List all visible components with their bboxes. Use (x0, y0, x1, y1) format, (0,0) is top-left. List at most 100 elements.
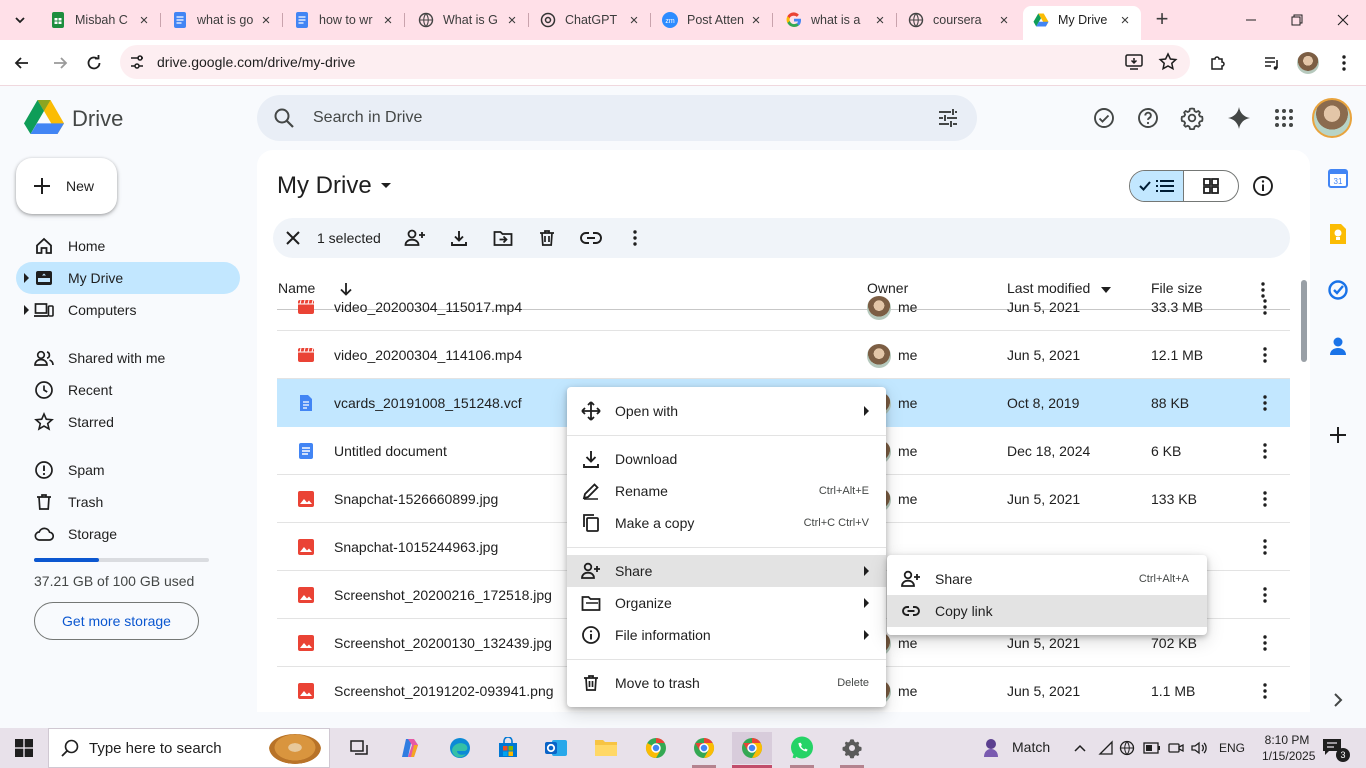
news-weather-widget[interactable]: Match (980, 736, 1050, 758)
support-button[interactable] (1134, 104, 1162, 132)
new-tab-button[interactable]: + (1150, 8, 1174, 32)
vpn-tray-icon[interactable] (1118, 738, 1138, 758)
close-icon[interactable]: × (136, 12, 152, 29)
sidebar-item-starred[interactable]: Starred (16, 406, 240, 438)
browser-tab[interactable]: zm Post Atten × (652, 6, 773, 34)
browser-menu-button[interactable] (1328, 47, 1360, 79)
more-actions-button[interactable] (623, 226, 647, 250)
sidebar-item-spam[interactable]: Spam (16, 454, 240, 486)
system-clock[interactable]: 8:10 PM 1/15/2025 (1262, 732, 1315, 764)
close-icon[interactable]: × (1117, 12, 1133, 29)
sidebar-item-recent[interactable]: Recent (16, 374, 240, 406)
menu-item-move-to-trash[interactable]: Move to trash Delete (567, 667, 886, 699)
volume-tray-icon[interactable] (1190, 738, 1210, 758)
browser-tab[interactable]: how to wr × (284, 6, 405, 34)
close-icon[interactable]: × (996, 12, 1012, 29)
submenu-item-share[interactable]: Share Ctrl+Alt+A (887, 563, 1207, 595)
menu-item-download[interactable]: Download (567, 443, 886, 475)
menu-item-share[interactable]: Share (567, 555, 886, 587)
row-more-actions-button[interactable] (1253, 391, 1277, 415)
media-control-button[interactable] (1256, 47, 1288, 79)
sidebar-item-trash[interactable]: Trash (16, 486, 240, 518)
row-more-actions-button[interactable] (1253, 631, 1277, 655)
whatsapp-app[interactable] (782, 732, 822, 768)
close-icon[interactable]: × (626, 12, 642, 29)
row-more-actions-button[interactable] (1253, 535, 1277, 559)
trash-button[interactable] (535, 226, 559, 250)
search-highlight-image[interactable] (269, 734, 321, 764)
search-options-icon[interactable] (937, 107, 959, 129)
settings-app[interactable] (832, 732, 872, 768)
install-app-icon[interactable] (1124, 52, 1144, 72)
show-hidden-icons-button[interactable] (1070, 738, 1090, 758)
show-side-panel-button[interactable] (1326, 688, 1350, 712)
input-language[interactable]: ENG (1219, 741, 1245, 755)
info-icon[interactable] (1251, 174, 1275, 198)
drive-search-bar[interactable] (257, 95, 977, 141)
list-view-button[interactable] (1130, 171, 1185, 201)
browser-tab[interactable]: What is G × (408, 6, 529, 34)
calendar-app-button[interactable]: 31 (1326, 166, 1350, 190)
battery-tray-icon[interactable] (1142, 738, 1162, 758)
outlook-app[interactable] (536, 732, 576, 764)
keep-app-button[interactable] (1326, 222, 1350, 246)
close-icon[interactable]: × (380, 12, 396, 29)
star-bookmark-icon[interactable] (1158, 52, 1178, 72)
contacts-app-button[interactable] (1326, 334, 1350, 358)
settings-button[interactable] (1178, 104, 1206, 132)
taskbar-search-input[interactable] (89, 739, 259, 757)
close-icon[interactable]: × (504, 12, 520, 29)
menu-item-rename[interactable]: Rename Ctrl+Alt+E (567, 475, 886, 507)
row-more-actions-button[interactable] (1253, 679, 1277, 703)
close-icon[interactable]: × (258, 12, 274, 29)
chrome-profile-app[interactable] (636, 732, 676, 764)
sidebar-item-shared[interactable]: Shared with me (16, 342, 240, 374)
submenu-item-copy-link[interactable]: Copy link (887, 595, 1207, 627)
reload-button[interactable] (78, 47, 110, 79)
sidebar-item-storage[interactable]: Storage (16, 518, 240, 550)
gemini-button[interactable] (1225, 104, 1253, 132)
file-list-scrollbar[interactable] (1301, 280, 1307, 362)
row-more-actions-button[interactable] (1253, 583, 1277, 607)
row-more-actions-button[interactable] (1253, 295, 1277, 319)
network-tray-icon[interactable] (1096, 738, 1116, 758)
restore-button[interactable] (1274, 0, 1320, 40)
offline-ready-button[interactable] (1090, 104, 1118, 132)
tasks-app-button[interactable] (1326, 278, 1350, 302)
search-input[interactable] (313, 95, 913, 141)
close-icon[interactable]: × (748, 12, 764, 29)
site-info-icon[interactable] (128, 53, 146, 71)
download-button[interactable] (447, 226, 471, 250)
sidebar-item-my-drive[interactable]: My Drive (16, 262, 240, 294)
tab-search-button[interactable] (8, 8, 32, 32)
minimize-button[interactable] (1228, 0, 1274, 40)
browser-tab[interactable]: coursera × (898, 6, 1020, 34)
file-explorer-app[interactable] (586, 732, 626, 764)
new-button[interactable]: New (16, 158, 117, 214)
menu-item-file-information[interactable]: File information (567, 619, 886, 651)
page-title[interactable]: My Drive (277, 172, 392, 200)
table-row[interactable]: video_20200304_115017.mp4 me Jun 5, 2021 33… (277, 283, 1290, 331)
browser-tab[interactable]: Misbah C × (40, 6, 161, 34)
back-button[interactable] (6, 47, 38, 79)
close-icon[interactable]: × (872, 12, 888, 29)
move-button[interactable] (491, 226, 515, 250)
app-name[interactable]: Drive (72, 106, 123, 132)
grid-view-button[interactable] (1184, 171, 1238, 201)
sidebar-item-home[interactable]: Home (16, 230, 240, 262)
clear-selection-button[interactable] (281, 226, 305, 250)
taskbar-search[interactable] (48, 728, 330, 768)
browser-tab[interactable]: what is go × (162, 6, 283, 34)
forward-button[interactable] (44, 47, 76, 79)
menu-item-make-copy[interactable]: Make a copy Ctrl+C Ctrl+V (567, 507, 886, 539)
chrome-app[interactable] (684, 732, 724, 768)
start-button[interactable] (0, 728, 48, 768)
address-bar[interactable]: drive.google.com/drive/my-drive (120, 45, 1190, 79)
search-icon[interactable] (273, 107, 295, 129)
profile-button[interactable] (1292, 47, 1324, 79)
copilot-app[interactable] (390, 732, 430, 764)
extensions-button[interactable] (1202, 47, 1234, 79)
menu-item-open-with[interactable]: Open with (567, 395, 886, 427)
task-view-button[interactable] (340, 732, 380, 764)
browser-tab[interactable]: ChatGPT × (530, 6, 651, 34)
